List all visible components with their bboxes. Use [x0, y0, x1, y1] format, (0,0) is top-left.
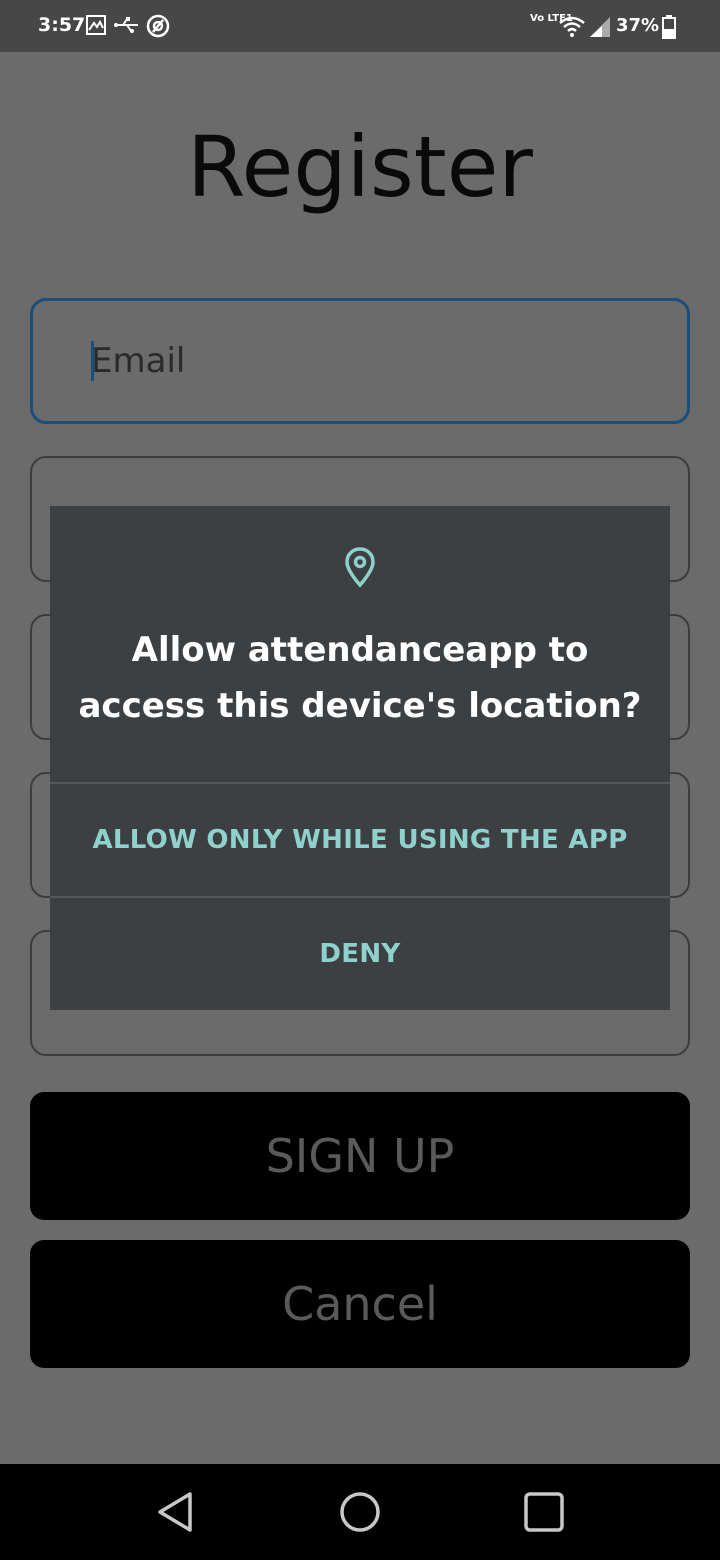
recents-icon[interactable] — [522, 1490, 566, 1539]
allow-while-using-button[interactable]: ALLOW ONLY WHILE USING THE APP — [50, 784, 670, 896]
deny-button[interactable]: DENY — [50, 898, 670, 1010]
battery-percent: 37% — [616, 15, 660, 36]
email-field[interactable] — [30, 298, 690, 424]
wifi-icon — [558, 14, 586, 42]
cancel-button[interactable]: Cancel — [30, 1240, 690, 1368]
email-input[interactable] — [91, 301, 651, 421]
page-title: Register — [187, 118, 533, 216]
status-time: 3:57 — [38, 14, 86, 36]
status-bar: 3:57 Vo LTE1 37% — [0, 0, 720, 52]
text-caret — [91, 341, 94, 381]
sign-up-button[interactable]: SIGN UP — [30, 1092, 690, 1220]
dialog-title-line-1: Allow attendanceapp to — [131, 630, 589, 670]
back-icon[interactable] — [154, 1490, 198, 1539]
signal-icon — [588, 16, 612, 42]
usb-icon — [114, 14, 140, 40]
battery-icon — [662, 15, 676, 43]
gallery-icon — [86, 14, 106, 40]
data-saver-icon — [146, 14, 170, 42]
location-permission-dialog: Allow attendanceapp to access this devic… — [50, 506, 670, 1010]
dialog-title: Allow attendanceapp to access this devic… — [50, 622, 670, 734]
location-pin-icon — [50, 546, 670, 593]
home-icon[interactable] — [338, 1490, 382, 1539]
navigation-bar — [0, 1464, 720, 1560]
dialog-title-line-2: access this device's location? — [78, 686, 642, 726]
